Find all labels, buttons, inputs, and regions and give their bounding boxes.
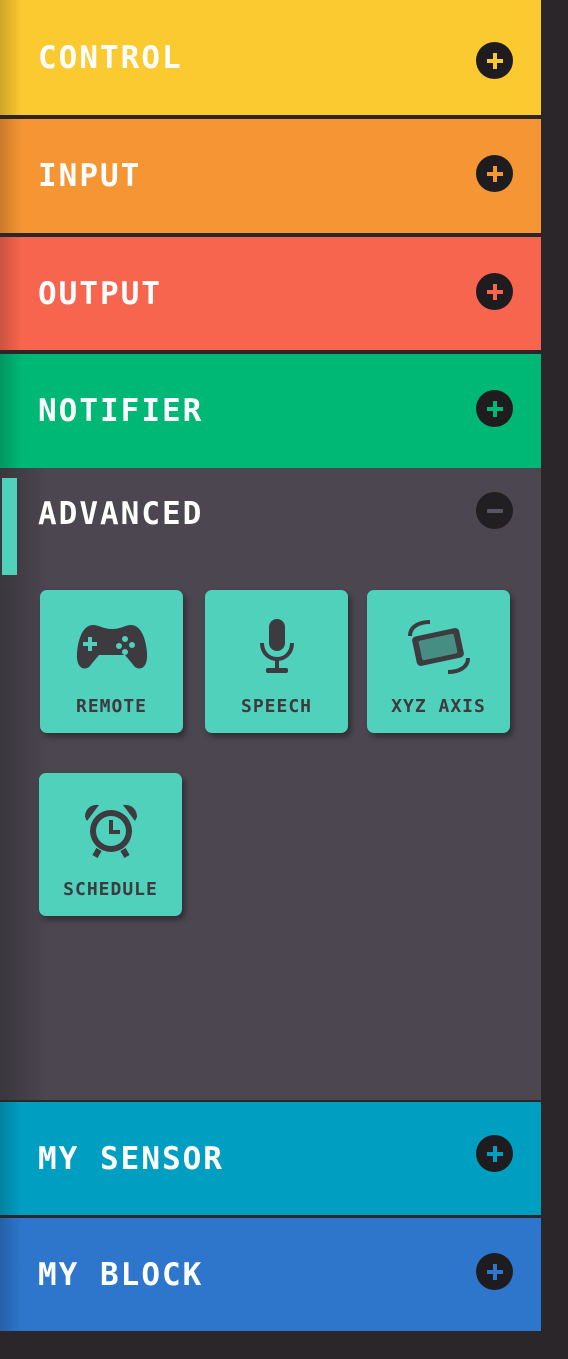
category-label: ADVANCED xyxy=(38,496,204,532)
block-remote[interactable]: REMOTE xyxy=(40,590,183,733)
rotate-device-icon xyxy=(404,616,474,678)
category-label: INPUT xyxy=(38,158,142,194)
block-xyz-axis[interactable]: XYZ AXIS xyxy=(367,590,510,733)
alarm-clock-icon xyxy=(81,799,141,861)
category-advanced: ADVANCED REMOTE SPEECH XYZ AXIS SCHEDULE xyxy=(0,468,541,1100)
minus-icon[interactable] xyxy=(476,492,513,529)
block-palette-sidebar: CONTROL INPUT OUTPUT NOTIFIER ADVANCED R… xyxy=(0,0,541,1331)
microphone-icon xyxy=(257,616,297,678)
category-my-block[interactable]: MY BLOCK xyxy=(0,1218,541,1331)
plus-icon[interactable] xyxy=(476,1253,513,1290)
category-notifier[interactable]: NOTIFIER xyxy=(0,354,541,468)
category-label: OUTPUT xyxy=(38,275,162,312)
category-label: MY SENSOR xyxy=(38,1140,224,1177)
block-label: REMOTE xyxy=(75,696,148,717)
category-label: CONTROL xyxy=(38,39,183,76)
category-output[interactable]: OUTPUT xyxy=(0,237,541,350)
plus-icon[interactable] xyxy=(476,273,513,310)
category-control[interactable]: CONTROL xyxy=(0,0,541,115)
block-schedule[interactable]: SCHEDULE xyxy=(39,773,182,916)
block-label: SPEECH xyxy=(240,696,313,717)
block-label: SCHEDULE xyxy=(63,879,158,900)
selected-indicator xyxy=(2,478,17,575)
plus-icon[interactable] xyxy=(476,42,513,79)
category-my-sensor[interactable]: MY SENSOR xyxy=(0,1102,541,1215)
gamepad-icon xyxy=(75,616,149,678)
plus-icon[interactable] xyxy=(476,155,513,192)
block-speech[interactable]: SPEECH xyxy=(205,590,348,733)
plus-icon[interactable] xyxy=(476,390,513,427)
category-advanced-header[interactable]: ADVANCED xyxy=(38,468,203,560)
category-input[interactable]: INPUT xyxy=(0,119,541,233)
category-label: MY BLOCK xyxy=(38,1256,204,1293)
block-label: XYZ AXIS xyxy=(391,696,486,717)
plus-icon[interactable] xyxy=(476,1135,513,1172)
category-label: NOTIFIER xyxy=(38,393,204,429)
